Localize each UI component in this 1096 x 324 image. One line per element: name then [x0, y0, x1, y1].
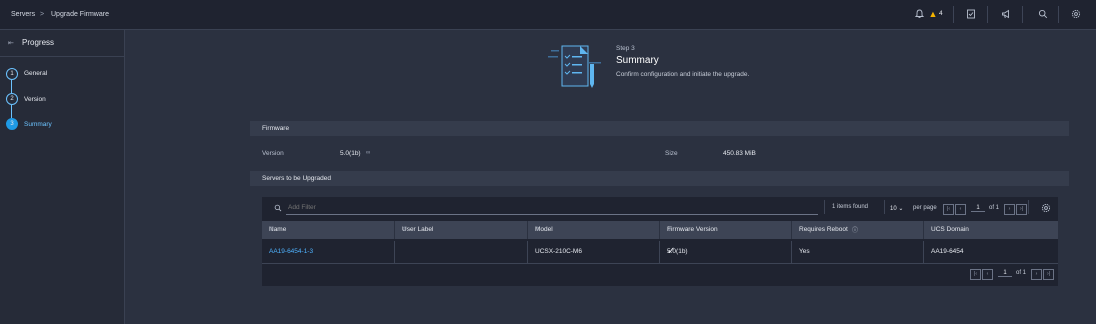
- divider: [987, 6, 988, 23]
- search-icon: [274, 204, 282, 214]
- cell-firmware-version: 5.0(1b) ✓: [660, 241, 792, 263]
- bell-icon[interactable]: [914, 9, 924, 19]
- size-label: Size: [665, 150, 678, 157]
- divider: [1022, 6, 1023, 23]
- size-value: 450.83 MiB: [723, 150, 756, 157]
- per-page-value: 10: [890, 206, 897, 212]
- server-name-link[interactable]: AA19-6454-1-3: [269, 248, 313, 255]
- page-description: Confirm configuration and initiate the u…: [616, 71, 750, 78]
- step-number-label: Step 3: [616, 45, 635, 52]
- divider: [1028, 200, 1029, 214]
- collapse-icon[interactable]: ⇤: [8, 39, 14, 47]
- breadcrumb-servers[interactable]: Servers: [11, 11, 35, 18]
- page-of: of 1: [989, 205, 1000, 211]
- page-input[interactable]: 1: [971, 205, 985, 212]
- sidebar-divider: [0, 56, 124, 57]
- column-label: UCS Domain: [931, 226, 969, 233]
- progress-sidebar: ⇤ Progress 1 General 2 Version 3 Summary: [0, 30, 125, 324]
- column-header-ucs-domain[interactable]: UCS Domain: [924, 221, 1058, 239]
- step-connector: [11, 80, 12, 93]
- info-icon[interactable]: ⓘ: [852, 225, 858, 234]
- ucs-domain-value: AA19-6454: [931, 248, 964, 255]
- page-title: Summary: [616, 55, 659, 66]
- step-version[interactable]: Version: [24, 96, 46, 103]
- cell-ucs-domain: AA19-6454: [924, 241, 1058, 263]
- link-icon[interactable]: ∞: [366, 150, 370, 156]
- items-found: 1 items found: [832, 204, 869, 210]
- prev-page-icon[interactable]: ‹: [955, 204, 966, 215]
- sort-icon[interactable]: ⇕: [535, 226, 650, 233]
- search-icon[interactable]: [1038, 9, 1048, 19]
- column-header-firmware-version[interactable]: Firmware Version ⇕: [660, 221, 792, 239]
- cell-name[interactable]: AA19-6454-1-3: [262, 241, 395, 263]
- sort-icon[interactable]: ⇕: [402, 226, 518, 233]
- checkmark-icon: ✓: [667, 246, 676, 257]
- chevron-down-icon: ⌄: [898, 206, 904, 212]
- version-label: Version: [262, 150, 284, 157]
- first-page-icon[interactable]: |‹: [970, 269, 981, 280]
- last-page-icon[interactable]: ›|: [1043, 269, 1054, 280]
- version-value: 5.0(1b): [340, 150, 361, 157]
- step-3-circle: 3: [6, 118, 18, 130]
- per-page-label: per page: [913, 205, 937, 211]
- page-of: of 1: [1016, 270, 1027, 276]
- column-header-model[interactable]: Model ⇕: [528, 221, 660, 239]
- per-page-select[interactable]: 10 ⌄: [890, 205, 903, 212]
- column-header-user-label[interactable]: User Label ⇕: [395, 221, 528, 239]
- cell-requires-reboot: Yes: [792, 241, 924, 263]
- top-bar: Servers > Upgrade Firmware ▲ 4: [0, 0, 1096, 30]
- divider: [884, 200, 885, 214]
- step-connector: [11, 105, 12, 118]
- step-2-circle: 2: [6, 93, 18, 105]
- sort-icon[interactable]: ⇕: [667, 226, 782, 233]
- model-value: UCSX-210C-M6: [535, 248, 582, 255]
- summary-illustration-icon: [548, 40, 604, 92]
- column-label: Requires Reboot: [799, 226, 848, 233]
- firmware-section-header: Firmware: [250, 121, 1069, 136]
- breadcrumb-current: Upgrade Firmware: [51, 11, 109, 18]
- add-filter-input[interactable]: [286, 201, 818, 215]
- next-page-icon[interactable]: ›: [1031, 269, 1042, 280]
- column-header-requires-reboot[interactable]: Requires Reboot ⓘ: [792, 221, 924, 239]
- cell-model: UCSX-210C-M6: [528, 241, 660, 263]
- divider: [953, 6, 954, 23]
- sort-icon[interactable]: ⇕: [269, 226, 385, 233]
- requires-reboot-value: Yes: [799, 248, 810, 255]
- divider: [824, 200, 825, 214]
- table-settings-icon[interactable]: [1041, 203, 1051, 215]
- servers-section-header: Servers to be Upgraded: [250, 171, 1069, 186]
- last-page-icon[interactable]: ›|: [1016, 204, 1027, 215]
- warning-icon[interactable]: ▲: [928, 9, 938, 19]
- sidebar-title: Progress: [22, 38, 55, 47]
- cell-user-label: [395, 241, 528, 263]
- divider: [1058, 6, 1059, 23]
- first-page-icon[interactable]: |‹: [943, 204, 954, 215]
- servers-table: 1 items found 10 ⌄ per page |‹ ‹ 1 of 1 …: [262, 197, 1058, 286]
- firmware-section-title: Firmware: [262, 125, 290, 132]
- step-general[interactable]: General: [24, 70, 47, 77]
- column-header-name[interactable]: Name ⇕: [262, 221, 395, 239]
- settings-icon[interactable]: [1071, 9, 1081, 19]
- breadcrumb-separator: >: [40, 11, 45, 18]
- step-summary[interactable]: Summary: [24, 121, 52, 128]
- step-1-circle: 1: [6, 68, 18, 80]
- alert-count: 4: [939, 10, 943, 17]
- tasks-icon[interactable]: [966, 9, 976, 19]
- next-page-icon[interactable]: ›: [1004, 204, 1015, 215]
- page-input[interactable]: 1: [998, 270, 1012, 277]
- servers-section-title: Servers to be Upgraded: [262, 175, 332, 182]
- prev-page-icon[interactable]: ‹: [982, 269, 993, 280]
- announce-icon[interactable]: [1001, 9, 1011, 19]
